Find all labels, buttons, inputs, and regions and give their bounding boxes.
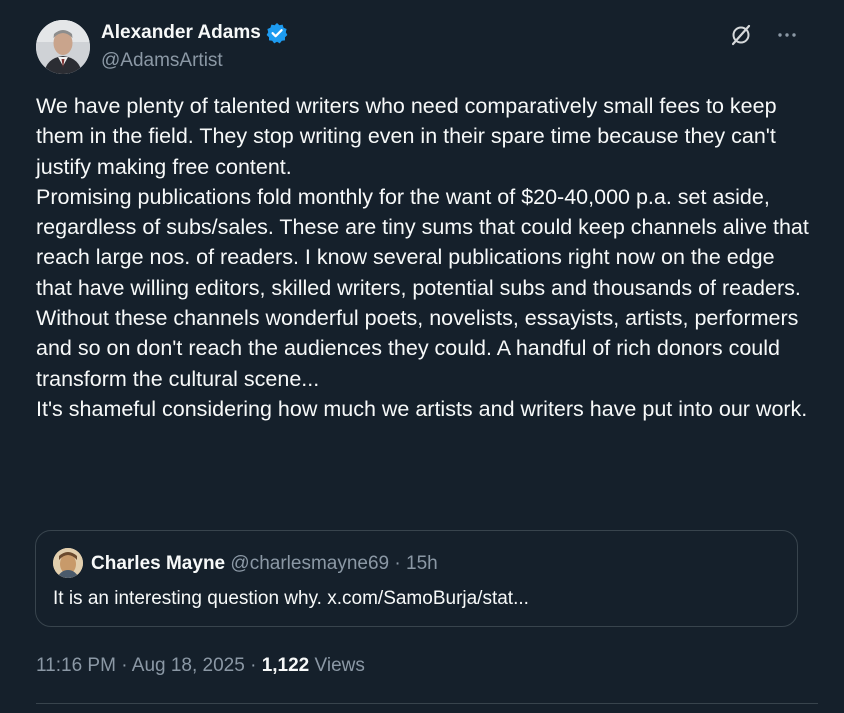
tweet-actions-top: [728, 22, 800, 48]
quoted-text: It is an interesting question why. x.com…: [53, 588, 529, 609]
more-icon[interactable]: [774, 22, 800, 48]
quoted-separator: ·: [389, 553, 406, 574]
quoted-timestamp[interactable]: 15h: [406, 553, 438, 574]
tweet-time[interactable]: 11:16 PM: [36, 655, 116, 676]
author-avatar[interactable]: [36, 20, 90, 74]
tweet: Alexander Adams @AdamsArtist We have ple…: [0, 0, 844, 713]
verified-badge-icon[interactable]: [266, 22, 288, 44]
meta-separator: ·: [244, 655, 262, 676]
quoted-author-name[interactable]: Charles Mayne: [91, 553, 225, 574]
author-handle[interactable]: @AdamsArtist: [101, 48, 288, 74]
views-label: Views: [314, 655, 365, 676]
author-block: Alexander Adams @AdamsArtist: [101, 20, 288, 74]
quoted-author-avatar: [53, 548, 83, 578]
views-count: 1,122: [261, 655, 310, 676]
quoted-author-handle[interactable]: @charlesmayne69: [230, 553, 389, 574]
quoted-tweet[interactable]: Charles Mayne @charlesmayne69 · 15h It i…: [35, 530, 798, 627]
quoted-header: Charles Mayne @charlesmayne69 · 15h: [91, 551, 438, 577]
meta-separator: ·: [115, 655, 132, 676]
tweet-meta: 11:16 PM · Aug 18, 2025 · 1,122 Views: [36, 653, 365, 679]
tweet-text: We have plenty of talented writers who n…: [36, 94, 809, 421]
tweet-date[interactable]: Aug 18, 2025: [132, 655, 245, 676]
grok-icon[interactable]: [728, 22, 754, 48]
divider: [36, 703, 818, 704]
author-display-name[interactable]: Alexander Adams: [101, 20, 288, 46]
author-name-text[interactable]: Alexander Adams: [101, 20, 261, 46]
